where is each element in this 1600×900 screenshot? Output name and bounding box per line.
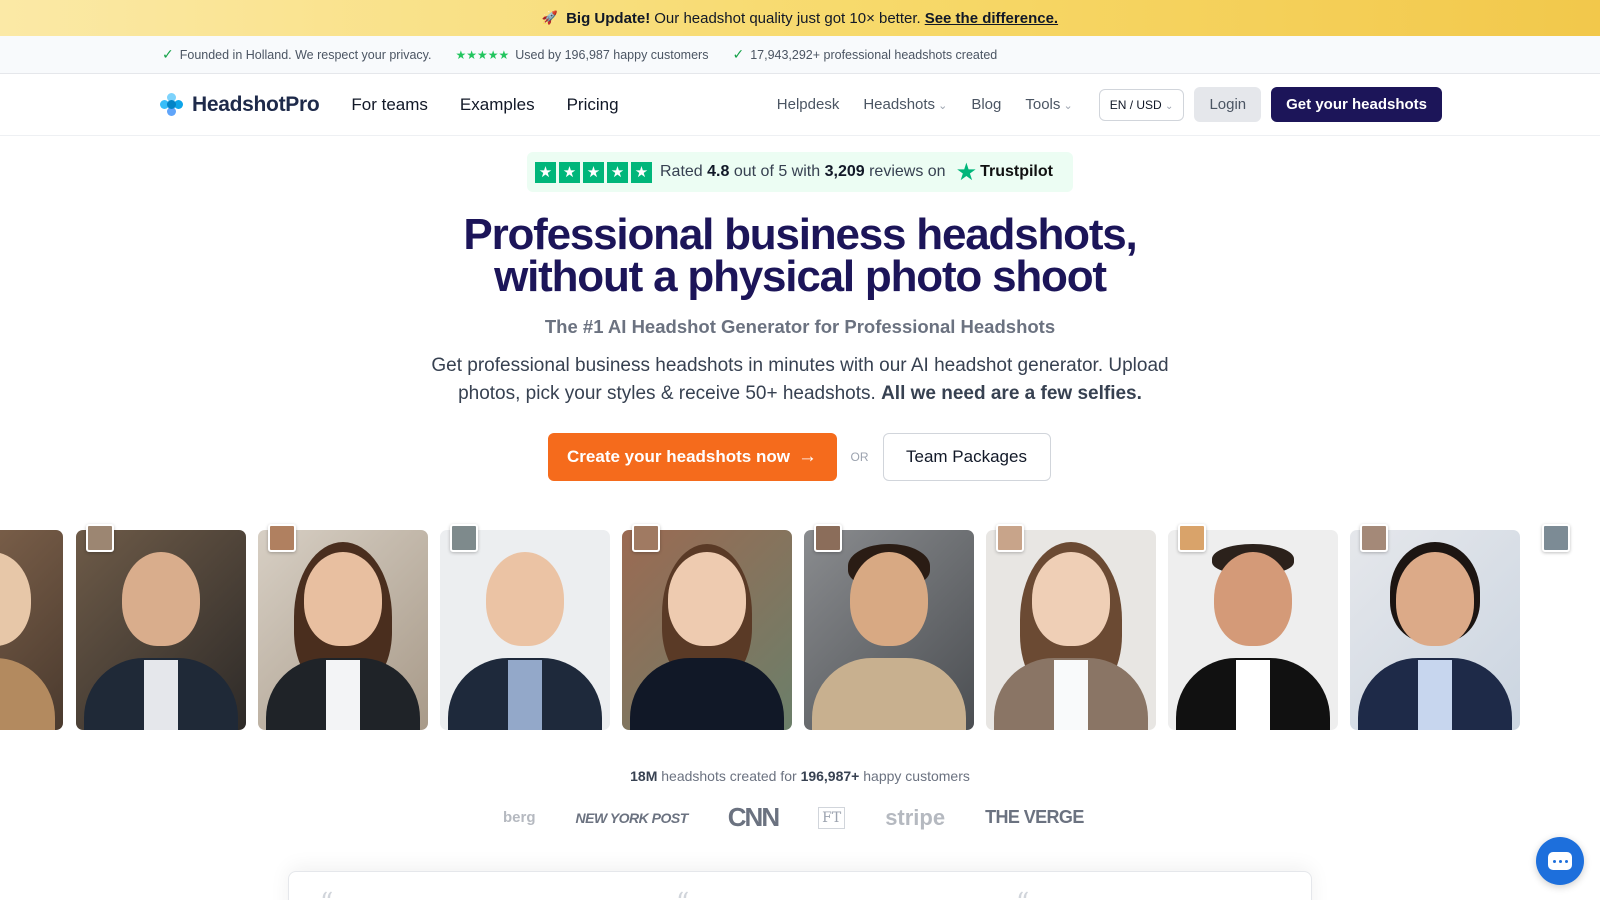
- selfie-thumbnail: [814, 524, 842, 552]
- the-verge-logo: THE VERGE: [985, 807, 1084, 827]
- stripe-logo: stripe: [885, 804, 946, 830]
- selfie-thumbnail: [86, 524, 114, 552]
- trust-item-customers: ★★★★★ Used by 196,987 happy customers: [455, 47, 709, 62]
- rocket-icon: 🚀: [541, 10, 559, 25]
- headshot-card[interactable]: [804, 530, 974, 730]
- get-headshots-button[interactable]: Get your headshots: [1271, 87, 1442, 122]
- headshot-card[interactable]: [76, 530, 246, 730]
- hero-description: Get professional business headshots in m…: [431, 355, 1169, 404]
- headshot-card[interactable]: [1350, 530, 1520, 730]
- logo-text: HeadshotPro: [192, 92, 320, 116]
- headshot-gallery: [0, 524, 1600, 730]
- chat-button[interactable]: [1536, 837, 1584, 885]
- rating-text: Rated 4.8 out of 5 with 3,209 reviews on: [660, 163, 946, 180]
- selfie-thumbnail: [1360, 524, 1388, 552]
- trustpilot-star-icon: ★: [955, 158, 978, 186]
- rating-stars-icon: ★★★★★: [455, 47, 510, 62]
- chat-icon: [1548, 852, 1572, 870]
- quote-icon: “: [676, 888, 689, 900]
- trust-item-privacy: ✓ Founded in Holland. We respect your pr…: [162, 46, 432, 62]
- announcement-link[interactable]: See the difference.: [925, 10, 1058, 27]
- announcement-bar: 🚀 Big Update! Our headshot quality just …: [0, 0, 1600, 36]
- nav-for-teams[interactable]: For teams: [351, 95, 428, 115]
- check-icon: ✓: [162, 46, 174, 62]
- nav-helpdesk[interactable]: Helpdesk: [777, 96, 840, 113]
- nav-headshots-dropdown[interactable]: Headshots: [863, 96, 947, 113]
- quote-icon: “: [320, 888, 333, 900]
- selfie-thumbnail: [268, 524, 296, 552]
- check-icon: ✓: [732, 46, 745, 62]
- headshot-card[interactable]: [440, 530, 610, 730]
- selfie-thumbnail: [450, 524, 478, 552]
- chevron-down-icon: ⌄: [1165, 100, 1174, 112]
- headshot-card[interactable]: [1168, 530, 1338, 730]
- nav-blog[interactable]: Blog: [971, 96, 1001, 113]
- testimonial-panel: [288, 871, 1312, 900]
- headshot-card[interactable]: [0, 530, 63, 730]
- bloomberg-logo: berg: [503, 809, 536, 826]
- selfie-thumbnail: [1178, 524, 1206, 552]
- arrow-right-icon: →: [797, 446, 817, 467]
- new-york-post-logo: NEW YORK POST: [575, 809, 689, 826]
- nav-tools-dropdown[interactable]: Tools: [1025, 96, 1072, 113]
- nav-examples[interactable]: Examples: [460, 95, 535, 115]
- language-currency-select[interactable]: EN / USD ⌄: [1098, 88, 1185, 121]
- ft-logo: FT: [818, 806, 846, 829]
- or-separator: OR: [850, 450, 869, 464]
- trustpilot-badge[interactable]: ★ ★ ★ ★ ★ Rated 4.8 out of 5 with 3,209 revi…: [527, 152, 1073, 192]
- headshot-card[interactable]: [258, 530, 428, 730]
- quote-icon: “: [1016, 888, 1029, 900]
- logo[interactable]: HeadshotPro: [160, 92, 320, 117]
- selfie-thumbnail: [1542, 524, 1570, 552]
- press-logos: berg NEW YORK POST CNN FT stripe THE VER…: [503, 802, 1084, 833]
- trust-strip: ✓ Founded in Holland. We respect your pr…: [0, 36, 1600, 74]
- hero-subtitle: The #1 AI Headshot Generator for Profess…: [544, 316, 1056, 337]
- press-caption: 18M headshots created for 196,987+ happy…: [630, 768, 970, 784]
- headshot-card[interactable]: [622, 530, 792, 730]
- logo-icon: [160, 92, 184, 117]
- selfie-thumbnail: [632, 524, 660, 552]
- headshot-card[interactable]: [986, 530, 1156, 730]
- announcement-text: Our headshot quality just got 10× better…: [654, 9, 921, 27]
- trustpilot-stars-icon: ★ ★ ★ ★ ★: [535, 161, 652, 183]
- trustpilot-logo: ★ Trustpilot: [955, 158, 1053, 186]
- nav-pricing[interactable]: Pricing: [567, 95, 619, 115]
- trust-item-headshots: ✓ 17,943,292+ professional headshots cre…: [732, 46, 998, 62]
- cnn-logo: CNN: [727, 802, 780, 832]
- create-headshots-button[interactable]: Create your headshots now →: [547, 433, 837, 481]
- login-button[interactable]: Login: [1194, 87, 1262, 122]
- selfie-thumbnail: [996, 524, 1024, 552]
- team-packages-button[interactable]: Team Packages: [882, 433, 1051, 481]
- hero-title: Professional business headshots, without…: [463, 210, 1137, 301]
- announcement-lead: Big Update!: [566, 9, 651, 27]
- main-nav: HeadshotPro For teams Examples Pricing H…: [0, 74, 1600, 136]
